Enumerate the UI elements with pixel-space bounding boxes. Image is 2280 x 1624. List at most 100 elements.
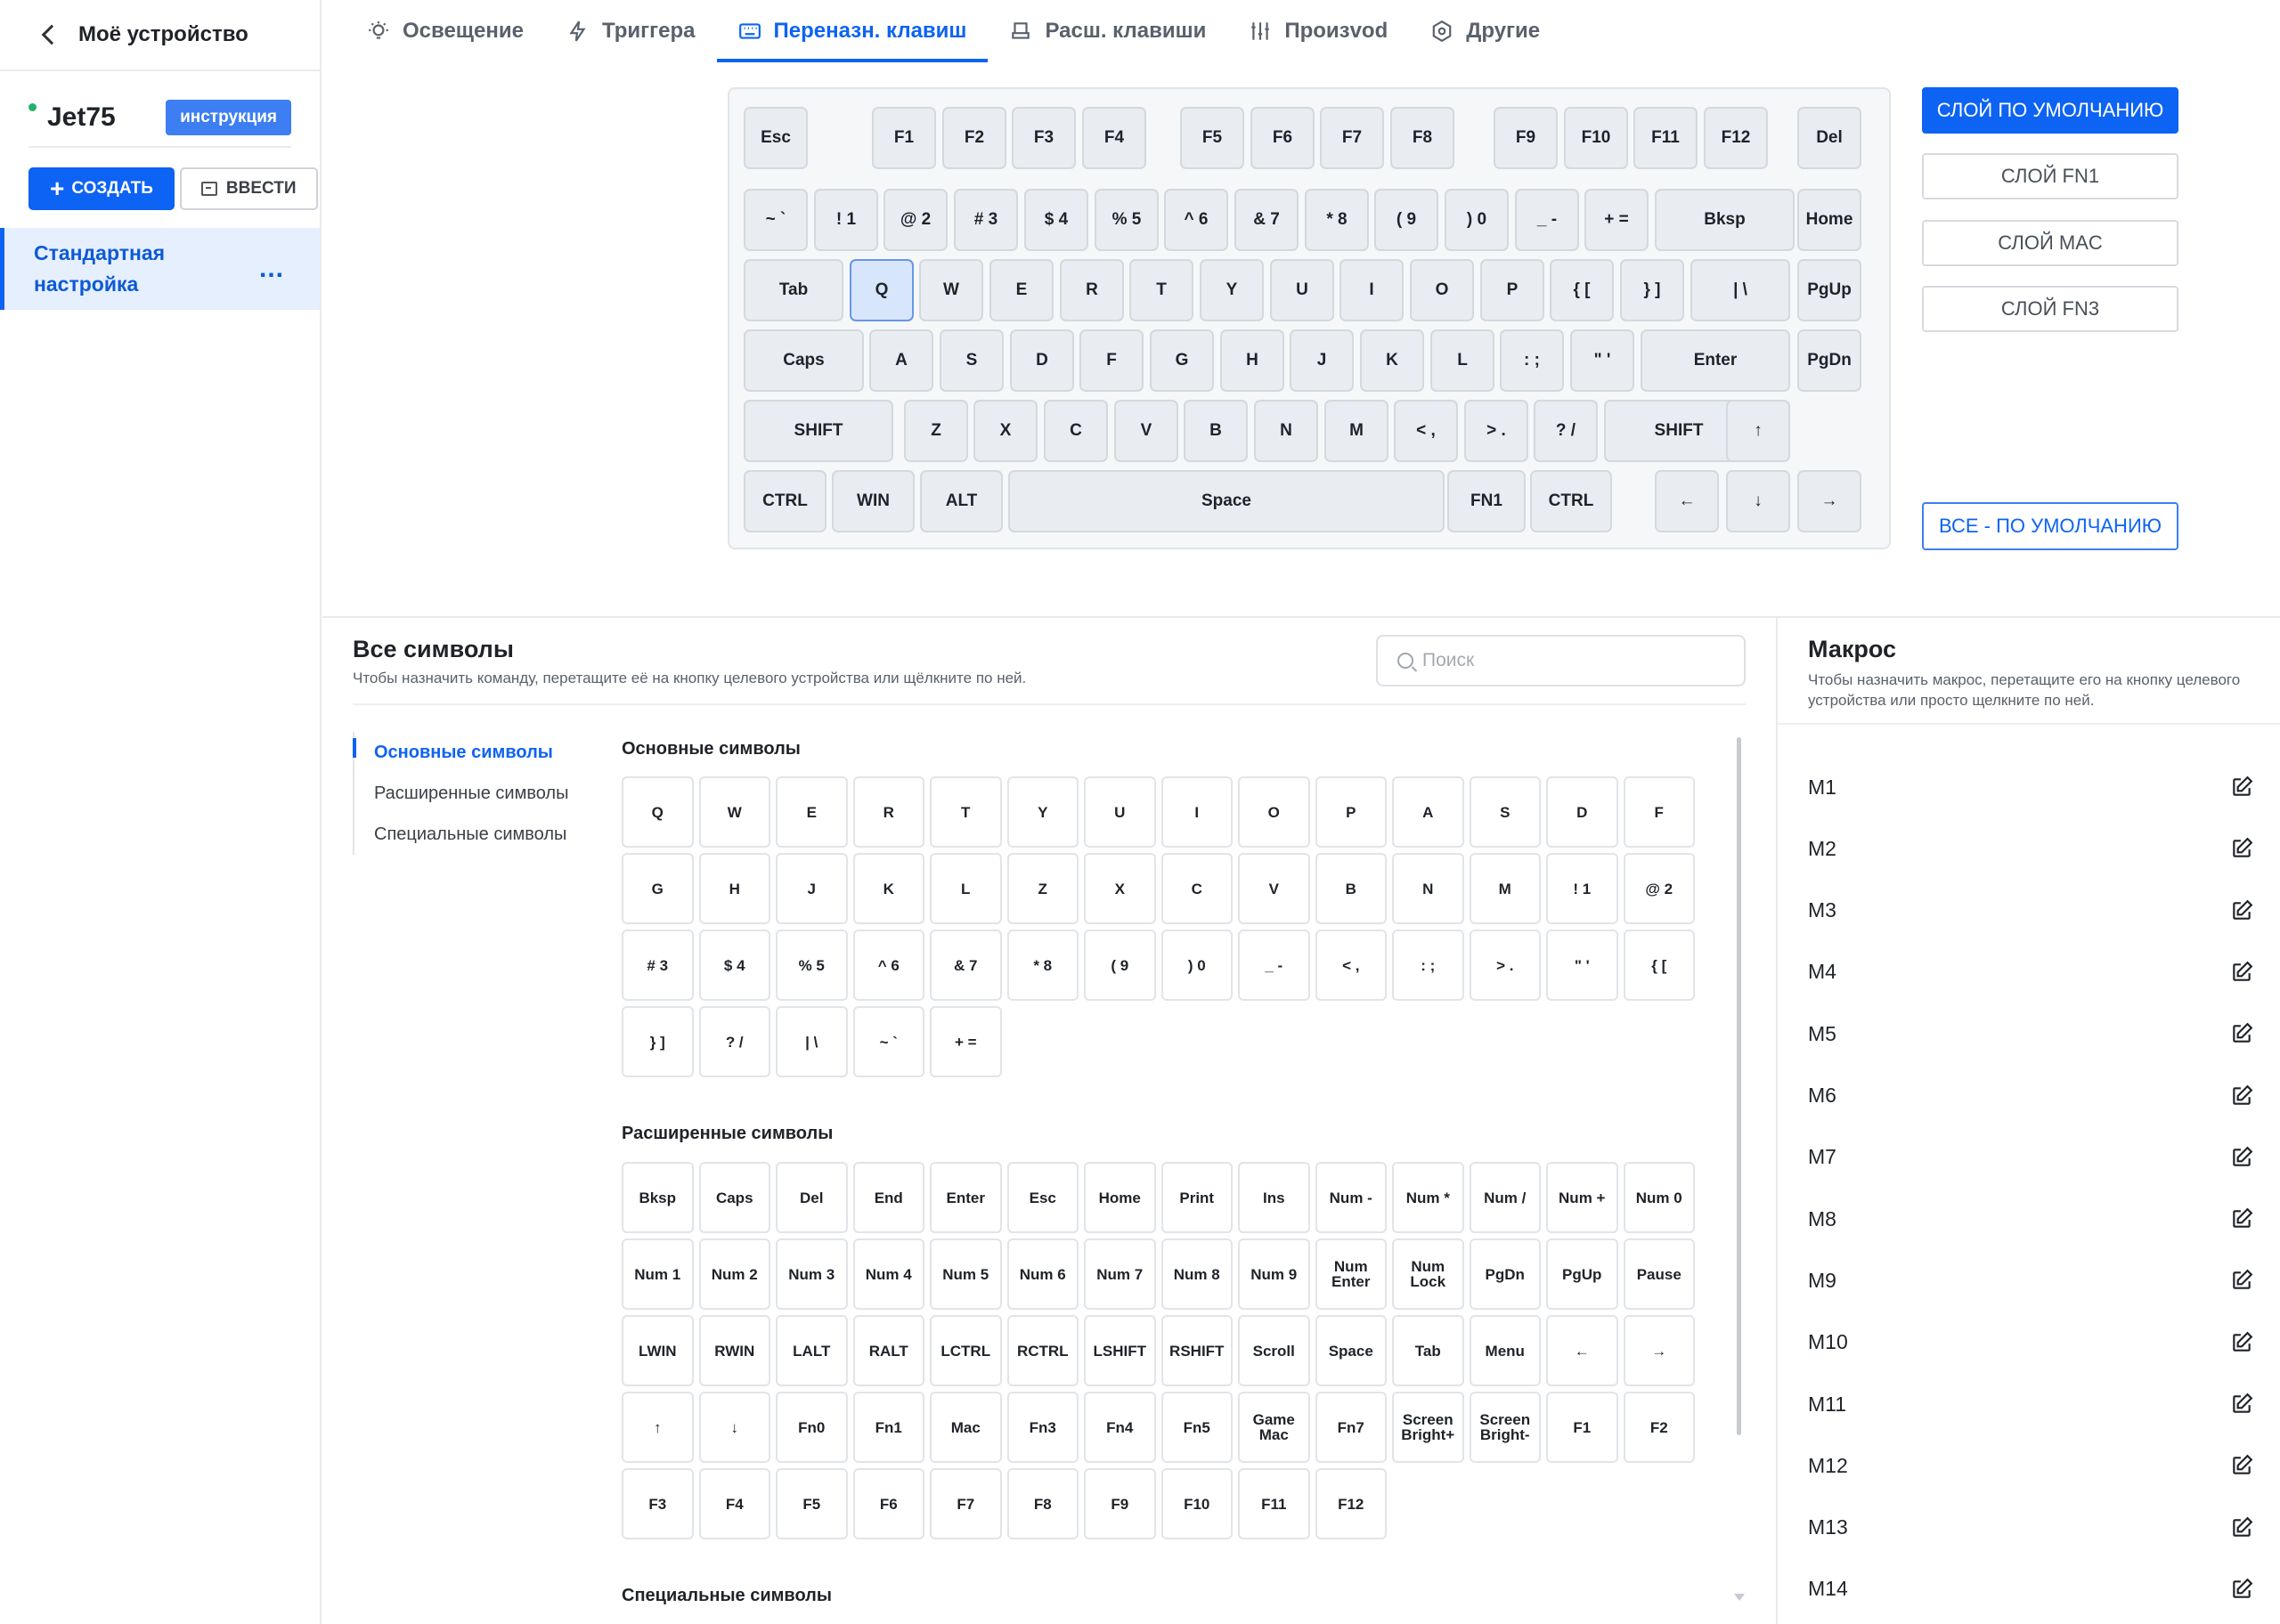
key-0-12[interactable]: F12 xyxy=(1704,107,1768,169)
reset-all-button[interactable]: ВСЕ - ПО УМОЛЧАНИЮ xyxy=(1922,502,2178,550)
symbol-num-enter[interactable]: Num Enter xyxy=(1315,1238,1387,1310)
edit-icon[interactable] xyxy=(2230,775,2253,799)
category-item-1[interactable]: Расширенные символы xyxy=(354,773,575,814)
category-item-2[interactable]: Специальные символы xyxy=(354,814,575,855)
back-button[interactable]: Моё устройство xyxy=(0,0,320,71)
symbol-num-lock[interactable]: Num Lock xyxy=(1392,1238,1464,1310)
category-item-0[interactable]: Основные символы xyxy=(353,732,575,773)
symbol-num-4[interactable]: Num 4 xyxy=(852,1238,924,1310)
macro-item[interactable]: M6 xyxy=(1808,1071,2253,1121)
key-1-1[interactable]: ! 1 xyxy=(814,189,878,251)
profile-item[interactable]: Стандартная настройка ... xyxy=(0,228,320,310)
symbol-game-mac[interactable]: Game Mac xyxy=(1238,1392,1310,1463)
key-0-7[interactable]: F7 xyxy=(1320,107,1384,169)
symbol-f6[interactable]: F6 xyxy=(852,1468,924,1539)
key-2-1[interactable]: Q xyxy=(850,259,914,321)
key-2-11[interactable]: { [ xyxy=(1550,259,1614,321)
key-0-6[interactable]: F6 xyxy=(1250,107,1315,169)
macro-item[interactable]: M7 xyxy=(1808,1133,2253,1182)
symbol-num-7[interactable]: Num 7 xyxy=(1084,1238,1156,1310)
symbol-space[interactable]: Space xyxy=(1315,1315,1387,1386)
macro-item[interactable]: M9 xyxy=(1808,1255,2253,1305)
symbol-w[interactable]: W xyxy=(698,776,770,848)
edit-icon[interactable] xyxy=(2230,1146,2253,1169)
key-4-10[interactable]: ? / xyxy=(1534,400,1598,462)
symbol-8[interactable]: * 8 xyxy=(1006,930,1079,1001)
tab-2[interactable]: Переназн. клавиш xyxy=(716,0,989,62)
key-3-9[interactable]: L xyxy=(1430,329,1494,392)
key-4-4[interactable]: V xyxy=(1114,400,1178,462)
symbol-fn4[interactable]: Fn4 xyxy=(1084,1392,1156,1463)
key-5-5[interactable]: CTRL xyxy=(1530,470,1612,532)
symbol-enter[interactable]: Enter xyxy=(930,1162,1002,1233)
symbol-c[interactable]: C xyxy=(1160,853,1233,924)
symbol-f12[interactable]: F12 xyxy=(1315,1468,1387,1539)
symbol-caps[interactable]: Caps xyxy=(698,1162,770,1233)
symbol-7[interactable]: & 7 xyxy=(930,930,1002,1001)
symbol-pgup[interactable]: PgUp xyxy=(1546,1238,1618,1310)
key-0-8[interactable]: F8 xyxy=(1390,107,1454,169)
key-4-9[interactable]: > . xyxy=(1464,400,1528,462)
key-0-3[interactable]: F3 xyxy=(1012,107,1076,169)
key-2-13[interactable]: | \ xyxy=(1690,259,1790,321)
edit-icon[interactable] xyxy=(2230,1022,2253,1045)
key-3-10[interactable]: : ; xyxy=(1500,329,1564,392)
symbol-num-0[interactable]: Num 0 xyxy=(1623,1162,1695,1233)
edit-icon[interactable] xyxy=(2230,961,2253,984)
import-button[interactable]: ВВЕСТИ xyxy=(179,167,318,210)
edit-icon[interactable] xyxy=(2230,1516,2253,1539)
symbol-sym[interactable]: + = xyxy=(930,1006,1002,1077)
symbol-home[interactable]: Home xyxy=(1084,1162,1156,1233)
key-3-13[interactable]: PgDn xyxy=(1797,329,1861,392)
macro-item[interactable]: M8 xyxy=(1808,1194,2253,1244)
symbol-num[interactable]: Num - xyxy=(1315,1162,1387,1233)
key-2-2[interactable]: W xyxy=(919,259,983,321)
symbol-s[interactable]: S xyxy=(1469,776,1541,848)
edit-icon[interactable] xyxy=(2230,899,2253,922)
key-3-2[interactable]: S xyxy=(940,329,1004,392)
symbol-e[interactable]: E xyxy=(776,776,848,848)
symbol-z[interactable]: Z xyxy=(1006,853,1079,924)
edit-icon[interactable] xyxy=(2230,1269,2253,1292)
symbol-q[interactable]: Q xyxy=(622,776,694,848)
symbol-j[interactable]: J xyxy=(776,853,848,924)
scroll-down-icon[interactable] xyxy=(1734,1594,1745,1601)
key-4-7[interactable]: M xyxy=(1324,400,1388,462)
symbol-num-8[interactable]: Num 8 xyxy=(1160,1238,1233,1310)
symbol-sym[interactable]: _ - xyxy=(1238,930,1310,1001)
edit-icon[interactable] xyxy=(2230,1393,2253,1416)
key-1-0[interactable]: ~ ` xyxy=(744,189,808,251)
symbol-d[interactable]: D xyxy=(1546,776,1618,848)
symbol-pgdn[interactable]: PgDn xyxy=(1469,1238,1541,1310)
tab-0[interactable]: Освещение xyxy=(367,0,524,62)
symbol-sym[interactable]: > . xyxy=(1469,930,1541,1001)
symbol-tab[interactable]: Tab xyxy=(1392,1315,1464,1386)
macro-item[interactable]: M2 xyxy=(1808,824,2253,873)
symbol-sym[interactable]: → xyxy=(1623,1315,1695,1386)
edit-icon[interactable] xyxy=(2230,837,2253,860)
symbol-0[interactable]: ) 0 xyxy=(1160,930,1233,1001)
key-2-3[interactable]: E xyxy=(989,259,1054,321)
symbol-k[interactable]: K xyxy=(852,853,924,924)
symbol-p[interactable]: P xyxy=(1315,776,1387,848)
key-4-0[interactable]: SHIFT xyxy=(744,400,893,462)
macro-item[interactable]: M10 xyxy=(1808,1318,2253,1368)
symbol-f11[interactable]: F11 xyxy=(1238,1468,1310,1539)
layer-button-2[interactable]: СЛОЙ MAC xyxy=(1922,220,2178,266)
edit-icon[interactable] xyxy=(2230,1207,2253,1230)
key-3-12[interactable]: Enter xyxy=(1641,329,1790,392)
key-0-9[interactable]: F9 xyxy=(1494,107,1558,169)
symbol-sym[interactable]: < , xyxy=(1315,930,1387,1001)
symbol-fn5[interactable]: Fn5 xyxy=(1160,1392,1233,1463)
macro-item[interactable]: M5 xyxy=(1808,1009,2253,1059)
edit-icon[interactable] xyxy=(2230,1578,2253,1601)
symbol-num-2[interactable]: Num 2 xyxy=(698,1238,770,1310)
key-5-0[interactable]: CTRL xyxy=(744,470,826,532)
key-1-6[interactable]: ^ 6 xyxy=(1164,189,1228,251)
key-0-2[interactable]: F2 xyxy=(942,107,1006,169)
symbol-rwin[interactable]: RWIN xyxy=(698,1315,770,1386)
key-2-14[interactable]: PgUp xyxy=(1797,259,1861,321)
symbol-f[interactable]: F xyxy=(1623,776,1695,848)
symbol-sym[interactable]: ← xyxy=(1546,1315,1618,1386)
manual-badge[interactable]: инструкция xyxy=(166,100,291,135)
